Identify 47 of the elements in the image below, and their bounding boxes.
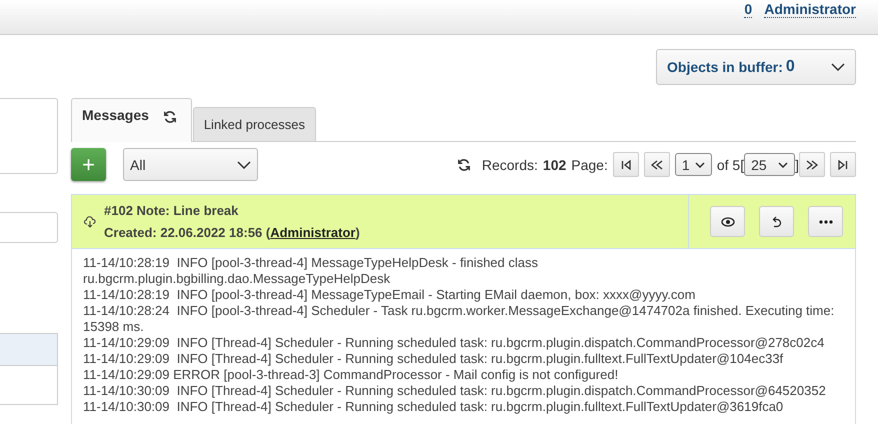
tab[interactable]: Linked processes bbox=[192, 107, 316, 141]
double-right-arrow-icon bbox=[806, 160, 818, 170]
buffer-dropdown[interactable]: Objects in buffer: 0 bbox=[656, 49, 856, 85]
next-page-button[interactable] bbox=[799, 152, 825, 177]
last-page-icon bbox=[838, 160, 848, 170]
more-icon bbox=[818, 220, 832, 224]
bracket: [ bbox=[740, 156, 744, 172]
first-page-button[interactable] bbox=[612, 152, 639, 177]
undo-button[interactable] bbox=[759, 206, 794, 237]
cloud-download-icon bbox=[84, 216, 96, 228]
log-line: 11-14/10:30:09 INFO [Thread-4] Scheduler - Running scheduled task: ru.bgcrm.plugin.dispatch.CommandProcessor@64520352 bbox=[83, 383, 827, 399]
counter-link[interactable]: 0 bbox=[744, 2, 752, 18]
log-line: 11-14/10:29:09 INFO [Thread-4] Scheduler - Running scheduled task: ru.bgcrm.plugin.dispatch.CommandProcessor@278c02c4 bbox=[83, 335, 826, 351]
chevron-icon bbox=[694, 162, 705, 168]
input-field[interactable] bbox=[0, 212, 58, 243]
first-page-icon bbox=[620, 160, 631, 170]
message-created: Created: 22.06.2022 18:56 (Administrator) bbox=[104, 224, 361, 242]
view-button[interactable] bbox=[710, 206, 745, 237]
double-left-arrow-icon bbox=[650, 160, 663, 170]
page-label: Page: bbox=[571, 156, 608, 172]
page-total: of 5 bbox=[716, 156, 740, 172]
log-line: 11-14/10:28:19 INFO [pool-3-thread-4] MessageTypeHelpDesk - finished class ru.bgcrm.plugin.bgbilling.dao.MessageTypeHelpDesk bbox=[83, 255, 539, 287]
undo-icon bbox=[772, 216, 782, 228]
bracket: ] bbox=[795, 156, 799, 172]
eye-icon bbox=[720, 216, 734, 226]
filter-dropdown[interactable]: All bbox=[123, 148, 258, 181]
log-line: 11-14/10:29:09 INFO [Thread-4] Scheduler - Running scheduled task: ru.bgcrm.plugin.fulltext.FullTextUpdater@104ec33f bbox=[83, 351, 784, 367]
refresh-icon[interactable] bbox=[162, 110, 177, 124]
user-link[interactable]: Administrator bbox=[764, 2, 856, 18]
page-select[interactable]: 1 bbox=[674, 153, 712, 176]
tab[interactable]: Messages bbox=[71, 98, 192, 142]
log-line: 11-14/10:30:09 INFO [Thread-4] Scheduler - Running scheduled task: ru.bgcrm.plugin.fulltext.FullTextUpdater@3619fca0 bbox=[83, 399, 784, 415]
last-page-button[interactable] bbox=[830, 152, 856, 177]
previous-page-button[interactable] bbox=[644, 152, 670, 177]
message-title: #102 Note: Line break bbox=[104, 202, 240, 220]
log-line: 11-14/10:28:24 INFO [pool-3-thread-4] Scheduler - Task ru.bgcrm.worker.MessageExchange@1474702a finished. Executing time: 15398 ms. bbox=[83, 303, 836, 335]
chevron-icon bbox=[237, 160, 251, 168]
log-line: 11-14/10:29:09 ERROR [pool-3-thread-3] CommandProcessor - Mail config is not configured! bbox=[83, 367, 620, 383]
refresh-icon[interactable] bbox=[456, 158, 471, 172]
chevron-icon bbox=[831, 63, 845, 71]
page-size-select[interactable]: 25 bbox=[744, 153, 796, 176]
more-button[interactable] bbox=[808, 206, 843, 237]
chevron-icon bbox=[778, 162, 788, 168]
author-link[interactable]: Administrator bbox=[270, 224, 356, 240]
records-count: 102 bbox=[542, 156, 566, 172]
log-line: 11-14/10:28:19 INFO [pool-3-thread-4] MessageTypeEmail - Starting EMail daemon, box: xxxx@yyyy.com bbox=[83, 287, 696, 303]
records-label: Records: bbox=[482, 156, 538, 172]
